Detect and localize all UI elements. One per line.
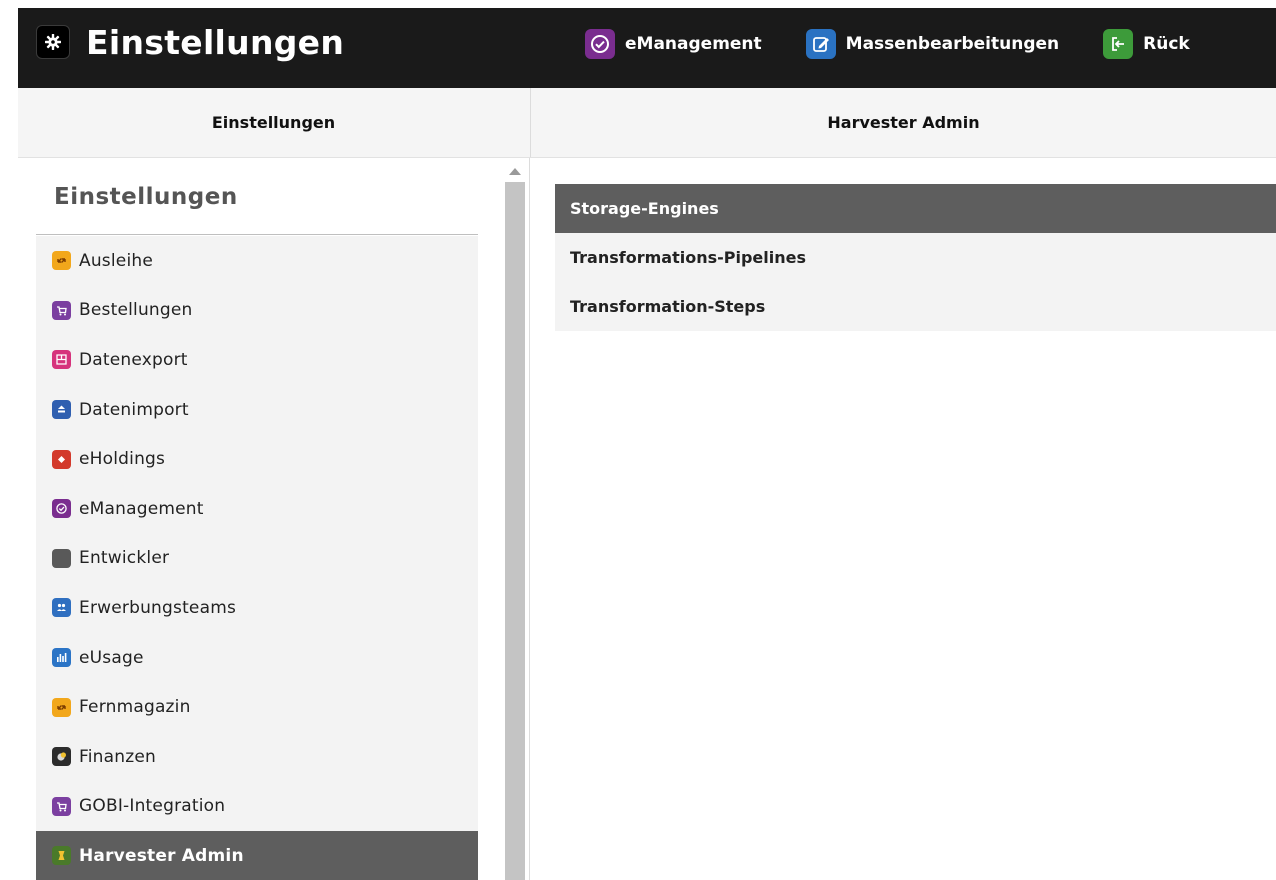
harvester-item-transformation-steps[interactable]: Transformation-Steps bbox=[555, 282, 1276, 331]
settings-nav-item-gobi-integration[interactable]: GOBI-Integration bbox=[36, 782, 478, 832]
settings-nav-label: Datenexport bbox=[79, 349, 188, 370]
data-import-icon bbox=[52, 400, 71, 420]
harvester-item-storage-engines[interactable]: Storage-Engines bbox=[555, 184, 1276, 233]
settings-nav-item-fernmagazin[interactable]: Fernmagazin bbox=[36, 682, 478, 732]
harvester-icon bbox=[52, 846, 71, 866]
topnav-checkout-return[interactable]: Rück bbox=[1103, 29, 1190, 59]
settings-nav-label: Entwickler bbox=[79, 548, 170, 569]
right-pane-header: Harvester Admin bbox=[530, 88, 1276, 157]
settings-nav-divider bbox=[36, 234, 478, 235]
settings-nav-label: Fernmagazin bbox=[79, 697, 191, 718]
developer-icon bbox=[52, 548, 71, 568]
app-title: Einstellungen bbox=[86, 22, 345, 62]
emanagement-check-icon bbox=[585, 29, 615, 59]
settings-nav-label: Ausleihe bbox=[79, 250, 153, 271]
settings-nav-label: eUsage bbox=[79, 647, 144, 668]
settings-nav-item-ausleihe[interactable]: Ausleihe bbox=[36, 236, 478, 286]
settings-nav-label: GOBI-Integration bbox=[79, 796, 226, 817]
settings-nav-item-eholdings[interactable]: eHoldings bbox=[36, 434, 478, 484]
gear-icon bbox=[36, 25, 70, 59]
harvester-admin-list: Storage-Engines Transformations-Pipeline… bbox=[555, 184, 1276, 331]
edit-icon bbox=[805, 29, 836, 59]
settings-nav-item-finanzen[interactable]: Finanzen bbox=[36, 732, 478, 782]
emanagement-icon bbox=[52, 499, 71, 519]
orders-icon bbox=[52, 300, 71, 320]
scroll-up-arrow-icon[interactable] bbox=[509, 168, 521, 175]
settings-nav-item-eusage[interactable]: eUsage bbox=[36, 633, 478, 683]
settings-nav-item-bestellungen[interactable]: Bestellungen bbox=[36, 286, 478, 336]
app-title-block[interactable]: Einstellungen bbox=[36, 8, 344, 76]
pane-divider[interactable] bbox=[529, 158, 530, 880]
top-bar: Einstellungen eManagement Massenbearbeit… bbox=[18, 8, 1276, 88]
settings-nav-label: Harvester Admin bbox=[79, 845, 244, 866]
acquisition-units-icon bbox=[52, 598, 71, 618]
settings-nav-label: Datenimport bbox=[79, 399, 189, 420]
top-nav: eManagement Massenbearbeitungen Rück bbox=[585, 8, 1234, 80]
eusage-chart-icon bbox=[52, 648, 71, 668]
checkout-return-icon bbox=[1103, 29, 1134, 59]
harvester-item-transformations-pipelines[interactable]: Transformations-Pipelines bbox=[555, 233, 1276, 282]
eholdings-icon bbox=[52, 449, 71, 469]
gobi-integration-icon bbox=[52, 796, 71, 816]
topnav-massenbearbeitungen[interactable]: Massenbearbeitungen bbox=[805, 29, 1060, 59]
settings-nav-label: Bestellungen bbox=[79, 300, 193, 321]
circulation-icon bbox=[52, 251, 71, 271]
settings-nav-label: Finanzen bbox=[79, 746, 156, 767]
topnav-checkout-return-label: Rück bbox=[1143, 34, 1190, 54]
settings-nav-list: Ausleihe Bestellungen Datenexport Dateni… bbox=[36, 236, 478, 880]
settings-nav-item-emanagement[interactable]: eManagement bbox=[36, 484, 478, 534]
pane-headers: Einstellungen Harvester Admin bbox=[18, 88, 1276, 158]
left-pane-header: Einstellungen bbox=[211, 113, 336, 132]
remote-storage-icon bbox=[52, 697, 71, 717]
settings-nav-item-entwickler[interactable]: Entwickler bbox=[36, 534, 478, 584]
settings-nav-item-datenimport[interactable]: Datenimport bbox=[36, 385, 478, 435]
topnav-emanagement[interactable]: eManagement bbox=[585, 29, 762, 59]
finance-icon bbox=[52, 747, 71, 767]
data-export-icon bbox=[52, 350, 71, 370]
settings-nav-heading: Einstellungen bbox=[54, 184, 238, 210]
topnav-emanagement-label: eManagement bbox=[625, 34, 762, 54]
settings-nav-label: eHoldings bbox=[79, 449, 166, 470]
left-pane-scrollbar[interactable] bbox=[504, 162, 526, 880]
settings-nav-item-datenexport[interactable]: Datenexport bbox=[36, 335, 478, 385]
settings-nav-label: eManagement bbox=[79, 498, 204, 519]
settings-nav-item-harvester-admin[interactable]: Harvester Admin bbox=[36, 831, 478, 880]
settings-nav-item-erwerbungsteams[interactable]: Erwerbungsteams bbox=[36, 583, 478, 633]
topnav-massenbearbeitungen-label: Massenbearbeitungen bbox=[845, 34, 1060, 54]
settings-nav-label: Erwerbungsteams bbox=[79, 597, 237, 618]
scroll-thumb[interactable] bbox=[505, 182, 525, 880]
